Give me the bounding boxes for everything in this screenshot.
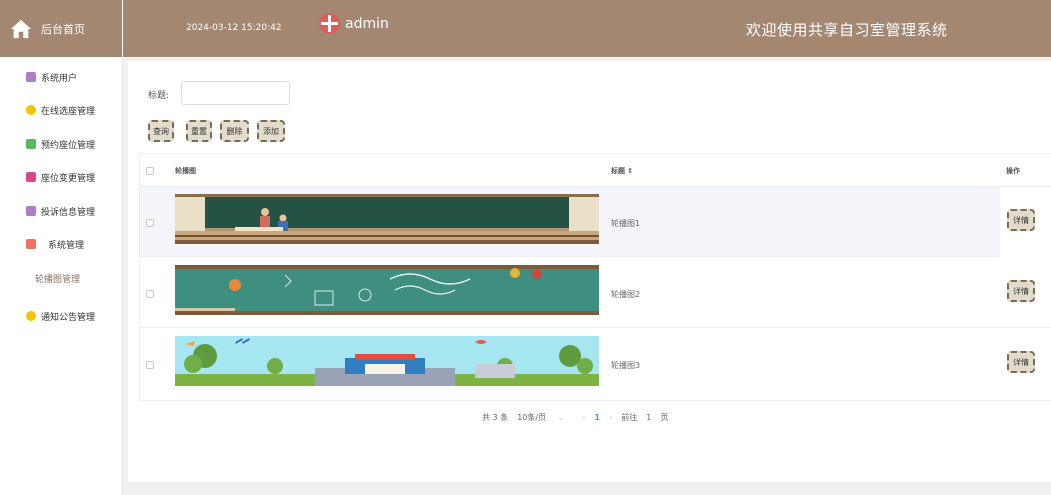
column-header-image: 轮播图 [175,167,196,175]
chat-icon [26,139,36,149]
goto-input[interactable]: 1 [646,413,651,422]
system-title: 欢迎使用共享自习室管理系统 [746,21,948,39]
sidebar-item-label: 在线选座管理 [41,106,96,117]
sidebar-item-label: 系统管理 [48,240,85,251]
search-label: 标题: [148,91,170,101]
home-icon [10,19,32,38]
sidebar-item-system-users[interactable]: 系统用户 [0,62,123,92]
sidebar-item-reservation[interactable]: 预约座位管理 [0,129,123,159]
table-row: 轮播图1 详情 [140,187,1051,257]
prev-page-button[interactable]: ‹ [582,413,585,422]
table-header: 轮播图 标题 ⇕ 操作 [140,154,1051,187]
total-count: 共 3 条 [482,413,509,422]
sidebar-item-label: 预约座位管理 [41,140,96,151]
home-link[interactable]: 后台首页 [0,0,123,57]
goto-label: 前往 [621,413,638,422]
page-size-select[interactable]: 10条/页 ⌄ [517,412,573,423]
pagination: 共 3 条 10条/页 ⌄ ‹ 1 › 前往 1 页 [482,412,677,423]
row-title: 轮播图2 [611,290,641,299]
select-all-checkbox[interactable] [146,167,154,175]
detail-button[interactable]: 详情 [1007,209,1035,231]
page-size-value: 10条/页 [517,413,547,422]
next-page-button[interactable]: › [609,413,612,422]
table-row: 轮播图3 详情 [140,329,1051,399]
search-input[interactable] [181,81,290,105]
user-icon [26,72,36,82]
sidebar-item-label: 轮播图管理 [35,274,81,285]
inbox-icon [26,206,36,216]
grid-icon [26,239,36,249]
detail-button[interactable]: 详情 [1007,351,1035,373]
sidebar-item-carousel[interactable]: 轮播图管理 [0,263,123,293]
row-title: 轮播图3 [611,361,641,370]
classroom-chalkboard-image [175,194,599,244]
row-checkbox[interactable] [146,219,154,227]
sidebar-item-system-management[interactable]: 系统管理 [0,229,123,259]
delete-button[interactable]: 删除 [220,120,249,142]
column-header-actions: 操作 [1006,167,1020,175]
sidebar-item-label: 通知公告管理 [41,312,96,323]
detail-button[interactable]: 详情 [1007,280,1035,302]
carousel-table: 轮播图 标题 ⇕ 操作 轮播图1 详情 轮播图2 详情 轮播图3 详情 [139,153,1051,401]
school-building-cartoon-image [175,336,599,386]
page-unit-label: 页 [660,413,669,422]
current-datetime: 2024-03-12 15:20:42 [186,23,282,33]
page-number[interactable]: 1 [595,413,601,422]
sidebar: 系统用户 在线选座管理 预约座位管理 座位变更管理 投诉信息管理 系统管理 轮播… [0,57,123,495]
main-content: 标题: 查询 重置 删除 添加 轮播图 标题 ⇕ 操作 轮播图1 详情 轮播图2… [128,61,1051,482]
sidebar-item-complaints[interactable]: 投诉信息管理 [0,196,123,226]
sidebar-item-label: 投诉信息管理 [41,207,96,218]
add-button[interactable]: 添加 [257,120,285,142]
chevron-down-icon: ⌄ [557,413,565,422]
carousel-image-school [175,336,599,386]
bell-icon [26,311,36,321]
green-chalkboard-doodle-image [175,265,599,315]
username: admin [345,15,389,32]
table-row: 轮播图2 详情 [140,258,1051,328]
search-button[interactable]: 查询 [148,120,174,142]
sidebar-item-notices[interactable]: 通知公告管理 [0,301,123,331]
sidebar-item-seat-change[interactable]: 座位变更管理 [0,162,123,192]
row-title: 轮播图1 [611,219,641,228]
sidebar-item-label: 座位变更管理 [41,173,96,184]
avatar [319,13,340,34]
home-label: 后台首页 [41,22,85,36]
row-checkbox[interactable] [146,290,154,298]
top-header: 后台首页 2024-03-12 15:20:42 admin 欢迎使用共享自习室… [0,0,1051,57]
sidebar-item-online-seat[interactable]: 在线选座管理 [0,95,123,125]
user-menu[interactable]: admin [319,13,389,34]
reset-button[interactable]: 重置 [186,120,212,142]
column-header-title[interactable]: 标题 ⇕ [611,166,633,176]
seat-icon [26,105,36,115]
row-checkbox[interactable] [146,361,154,369]
document-icon [26,172,36,182]
sidebar-item-label: 系统用户 [41,73,78,84]
carousel-image-classroom [175,194,599,244]
carousel-image-green-board [175,265,599,315]
